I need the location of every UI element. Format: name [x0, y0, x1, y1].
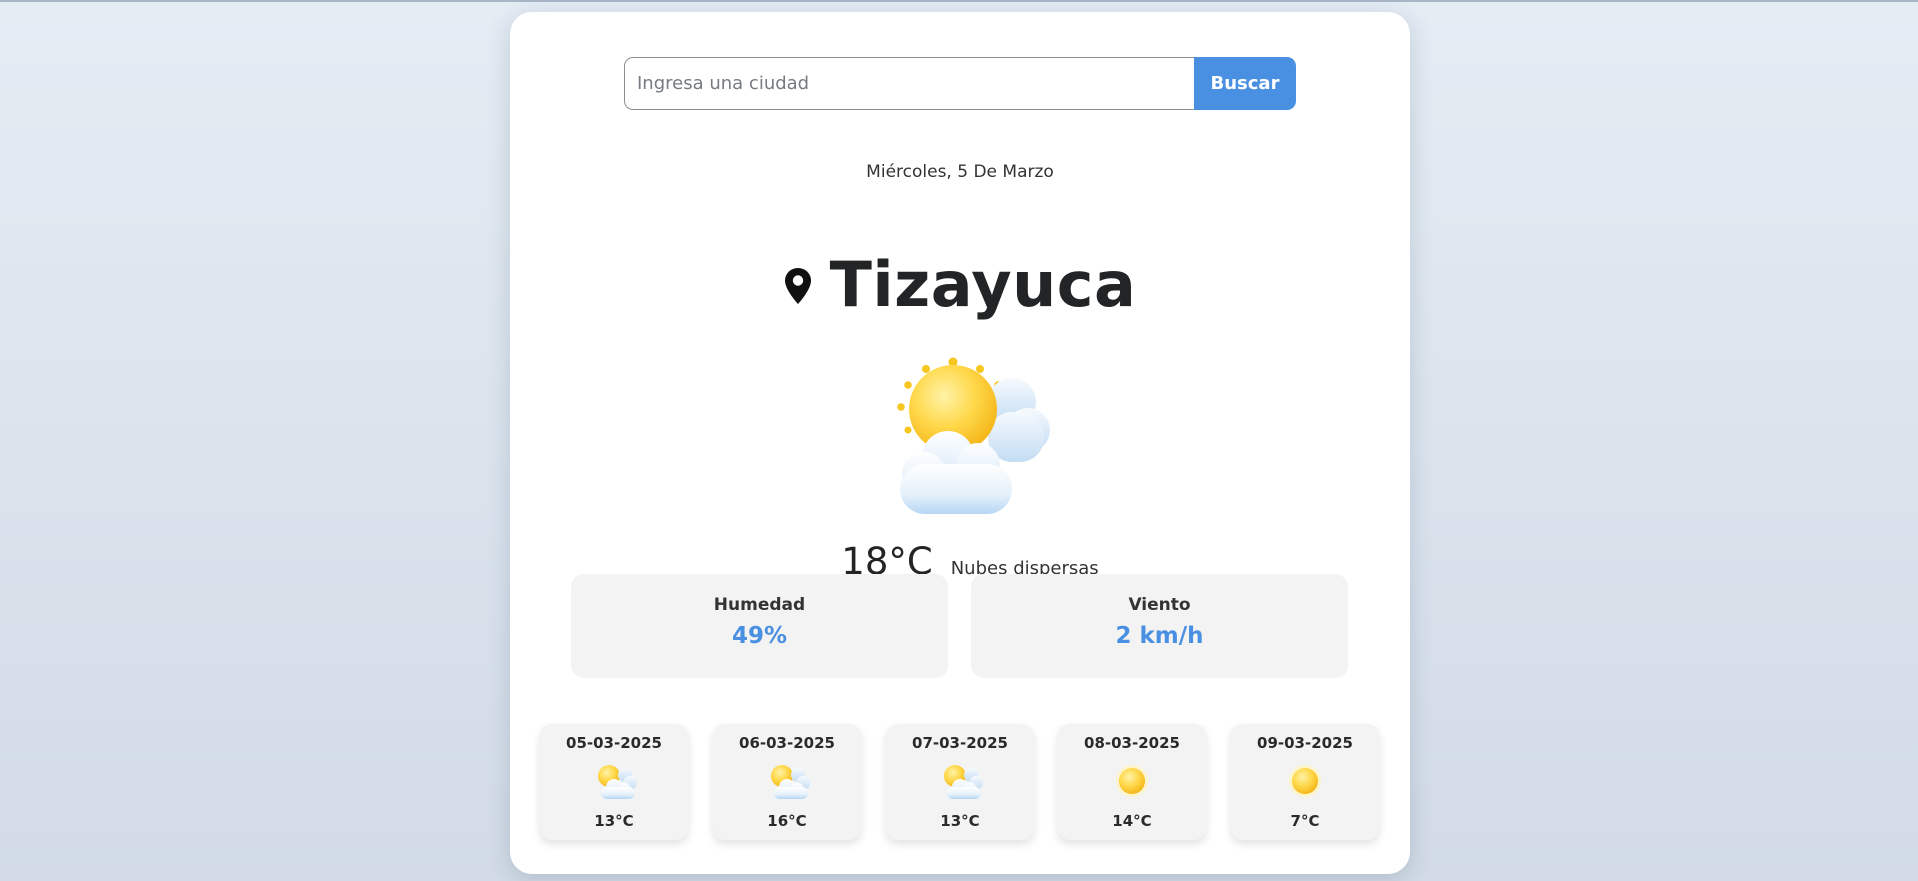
wind-label: Viento: [1128, 595, 1191, 615]
city-search-input[interactable]: [624, 57, 1194, 110]
sun-behind-clouds-icon: [771, 765, 810, 799]
forecast-card: 07-03-2025 13°C: [886, 724, 1034, 840]
humidity-panel: Humedad 49%: [571, 574, 948, 678]
forecast-date: 06-03-2025: [739, 734, 835, 752]
forecast-date: 05-03-2025: [566, 734, 662, 752]
forecast-temperature: 13°C: [940, 812, 980, 830]
search-bar: Buscar: [624, 57, 1296, 110]
current-date: Miércoles, 5 De Marzo: [866, 162, 1054, 182]
humidity-value: 49%: [731, 623, 788, 649]
wind-panel: Viento 2 km/h: [971, 574, 1348, 678]
forecast-date: 09-03-2025: [1257, 734, 1353, 752]
forecast-temperature: 13°C: [594, 812, 634, 830]
city-name: Tizayuca: [829, 247, 1137, 321]
wind-value: 2 km/h: [1115, 623, 1204, 649]
window-top-edge: [0, 0, 1918, 2]
humidity-label: Humedad: [713, 595, 806, 615]
forecast-temperature: 7°C: [1290, 812, 1320, 830]
search-button[interactable]: Buscar: [1194, 57, 1296, 110]
forecast-date: 08-03-2025: [1084, 734, 1180, 752]
sun-behind-clouds-icon: [944, 765, 983, 799]
location-pin-icon: [784, 268, 811, 304]
location-header: Tizayuca: [510, 244, 1410, 324]
sun-behind-clouds-icon: [598, 765, 637, 799]
forecast-card: 08-03-2025 14°C: [1058, 724, 1206, 840]
sun-behind-clouds-icon: [897, 357, 1050, 514]
sun-icon: [1116, 765, 1148, 797]
forecast-card: 06-03-2025 16°C: [713, 724, 861, 840]
forecast-temperature: 16°C: [767, 812, 807, 830]
sun-icon: [1289, 765, 1321, 797]
forecast-date: 07-03-2025: [912, 734, 1008, 752]
weather-card: Buscar Miércoles, 5 De Marzo Tizayuca: [510, 12, 1410, 874]
forecast-temperature: 14°C: [1112, 812, 1152, 830]
forecast-card: 05-03-2025 13°C: [540, 724, 688, 840]
forecast-card: 09-03-2025 7°C: [1231, 724, 1379, 840]
